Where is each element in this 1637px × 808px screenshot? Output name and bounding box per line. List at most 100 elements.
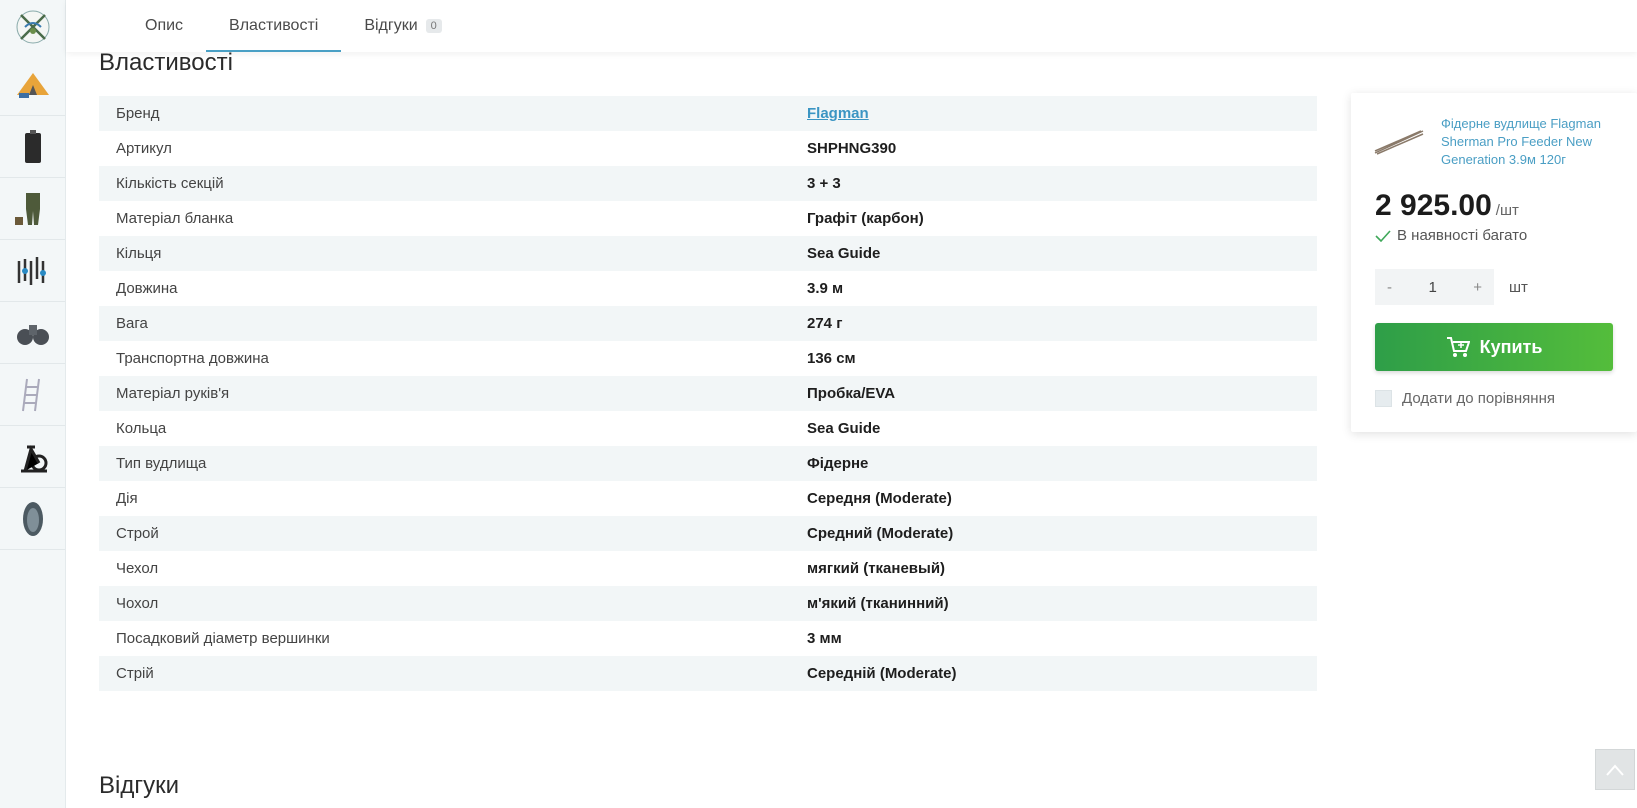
tab-label: Опис bbox=[145, 17, 184, 34]
compare-label: Додати до порівняння bbox=[1402, 390, 1555, 407]
table-row: Чехол мягкий (тканевый) bbox=[99, 551, 1317, 586]
table-row: Тип вудлища Фідерне bbox=[99, 446, 1317, 481]
property-key: Довжина bbox=[116, 280, 178, 297]
property-value: Sea Guide bbox=[807, 245, 881, 262]
property-value: Середня (Moderate) bbox=[807, 490, 952, 507]
brand-link[interactable]: Flagman bbox=[807, 105, 869, 122]
buy-button[interactable]: Купить bbox=[1375, 323, 1613, 371]
property-value: Средний (Moderate) bbox=[807, 525, 954, 542]
table-row: Бренд Flagman bbox=[99, 96, 1317, 131]
property-key: Тип вудлища bbox=[116, 455, 207, 472]
property-key: Кільця bbox=[116, 245, 162, 262]
tab-reviews[interactable]: Відгуки 0 bbox=[341, 0, 464, 52]
card-product[interactable]: Фідерне вудлище Flagman Sherman Pro Feed… bbox=[1373, 115, 1623, 169]
table-row: Строй Средний (Moderate) bbox=[99, 516, 1317, 551]
property-key: Стрій bbox=[116, 665, 154, 682]
table-row: Довжина 3.9 м bbox=[99, 271, 1317, 306]
qty-unit-label: шт bbox=[1509, 279, 1528, 296]
fishing-rod-thumb-icon bbox=[1374, 130, 1424, 155]
waders-thumb-icon bbox=[14, 192, 40, 225]
tent-thumb-icon bbox=[16, 72, 49, 98]
property-key: Бренд bbox=[116, 105, 160, 122]
tab-label: Властивості bbox=[229, 17, 319, 34]
chevron-up-icon bbox=[1606, 763, 1624, 776]
property-value: Пробка/EVA bbox=[807, 385, 896, 402]
tools-thumb-icon bbox=[17, 256, 46, 285]
suitcase-thumb-icon bbox=[24, 129, 41, 163]
property-key: Кількість секцій bbox=[116, 175, 224, 192]
property-key: Матеріал бланка bbox=[116, 210, 234, 227]
table-row: Транспортна довжина 136 см bbox=[99, 341, 1317, 376]
product-price: 2 925.00/шт bbox=[1375, 189, 1519, 223]
quantity-stepper: - 1 + bbox=[1375, 269, 1494, 305]
property-value: Графіт (карбон) bbox=[807, 210, 924, 227]
property-value: 3 + 3 bbox=[807, 175, 841, 192]
property-value: 3.9 м bbox=[807, 280, 844, 297]
buy-button-label: Купить bbox=[1479, 336, 1543, 357]
stock-label: В наявності багато bbox=[1397, 227, 1528, 244]
property-key: Строй bbox=[116, 525, 159, 542]
cart-icon bbox=[1446, 337, 1470, 357]
property-key: Чохол bbox=[116, 595, 159, 612]
table-row: Кольца Sea Guide bbox=[99, 411, 1317, 446]
table-row: Кільця Sea Guide bbox=[99, 236, 1317, 271]
property-value: Sea Guide bbox=[807, 420, 881, 437]
properties-title: Властивості bbox=[99, 49, 233, 76]
stock-status: В наявності багато bbox=[1375, 227, 1527, 244]
reviews-count-badge: 0 bbox=[425, 19, 442, 33]
table-row: Кількість секцій 3 + 3 bbox=[99, 166, 1317, 201]
property-value: 274 г bbox=[807, 315, 843, 332]
price-unit: /шт bbox=[1495, 202, 1519, 219]
logo[interactable] bbox=[0, 0, 65, 54]
property-key: Матеріал руків'я bbox=[116, 385, 230, 402]
property-value: 3 мм bbox=[807, 630, 842, 647]
qty-input[interactable]: 1 bbox=[1428, 279, 1436, 296]
sidebar-item-exercise-bike[interactable] bbox=[0, 426, 65, 488]
sidebar-item-ladder[interactable] bbox=[0, 364, 65, 426]
sidebar-item-suitcase[interactable] bbox=[0, 116, 65, 178]
binoculars-thumb-icon bbox=[16, 324, 49, 345]
inflatable-boat-thumb-icon bbox=[22, 501, 43, 536]
table-row: Матеріал руків'я Пробка/EVA bbox=[99, 376, 1317, 411]
property-key: Посадковий діаметр вершинки bbox=[116, 630, 330, 647]
left-sidebar bbox=[0, 0, 66, 808]
property-value: мягкий (тканевый) bbox=[807, 560, 946, 577]
sidebar-item-tent[interactable] bbox=[0, 54, 65, 116]
property-value: 136 см bbox=[807, 350, 856, 367]
property-value: Фідерне bbox=[807, 455, 869, 472]
table-row: Артикул SHPHNG390 bbox=[99, 131, 1317, 166]
table-row: Дія Середня (Moderate) bbox=[99, 481, 1317, 516]
price-value: 2 925.00 bbox=[1375, 189, 1492, 222]
property-value: SHPHNG390 bbox=[807, 140, 897, 157]
property-key: Артикул bbox=[116, 140, 172, 157]
property-value: м'який (тканинний) bbox=[807, 595, 949, 612]
sidebar-item-binoculars[interactable] bbox=[0, 302, 65, 364]
sidebar-item-boat[interactable] bbox=[0, 488, 65, 550]
compare-toggle[interactable]: Додати до порівняння bbox=[1375, 390, 1555, 407]
reviews-title: Відгуки bbox=[99, 772, 180, 799]
qty-plus-button[interactable]: + bbox=[1473, 279, 1482, 296]
table-row: Матеріал бланка Графіт (карбон) bbox=[99, 201, 1317, 236]
property-key: Дія bbox=[116, 490, 138, 507]
tab-description[interactable]: Опис bbox=[122, 0, 206, 52]
exercise-bike-thumb-icon bbox=[20, 444, 47, 472]
properties-table: Бренд Flagman Артикул SHPHNG390 Кількість … bbox=[99, 96, 1317, 691]
qty-minus-button[interactable]: - bbox=[1387, 279, 1392, 296]
fishing-gear-logo-icon bbox=[16, 10, 49, 44]
sidebar-item-waders[interactable] bbox=[0, 178, 65, 240]
product-tabs: Опис Властивості Відгуки 0 bbox=[66, 0, 1637, 52]
sidebar-item-tools[interactable] bbox=[0, 240, 65, 302]
ladder-thumb-icon bbox=[21, 378, 40, 411]
product-name-link[interactable]: Фідерне вудлище Flagman Sherman Pro Feed… bbox=[1441, 115, 1623, 169]
table-row: Посадковий діаметр вершинки 3 мм bbox=[99, 621, 1317, 656]
table-row: Стрій Середній (Moderate) bbox=[99, 656, 1317, 691]
tab-label: Відгуки bbox=[364, 17, 418, 34]
compare-checkbox[interactable] bbox=[1375, 390, 1392, 407]
tab-properties[interactable]: Властивості bbox=[206, 0, 342, 52]
property-key: Чехол bbox=[116, 560, 159, 577]
property-key: Вага bbox=[116, 315, 148, 332]
scroll-top-button[interactable] bbox=[1595, 749, 1635, 790]
property-key: Кольца bbox=[116, 420, 167, 437]
property-value: Середній (Moderate) bbox=[807, 665, 957, 682]
property-key: Транспортна довжина bbox=[116, 350, 269, 367]
